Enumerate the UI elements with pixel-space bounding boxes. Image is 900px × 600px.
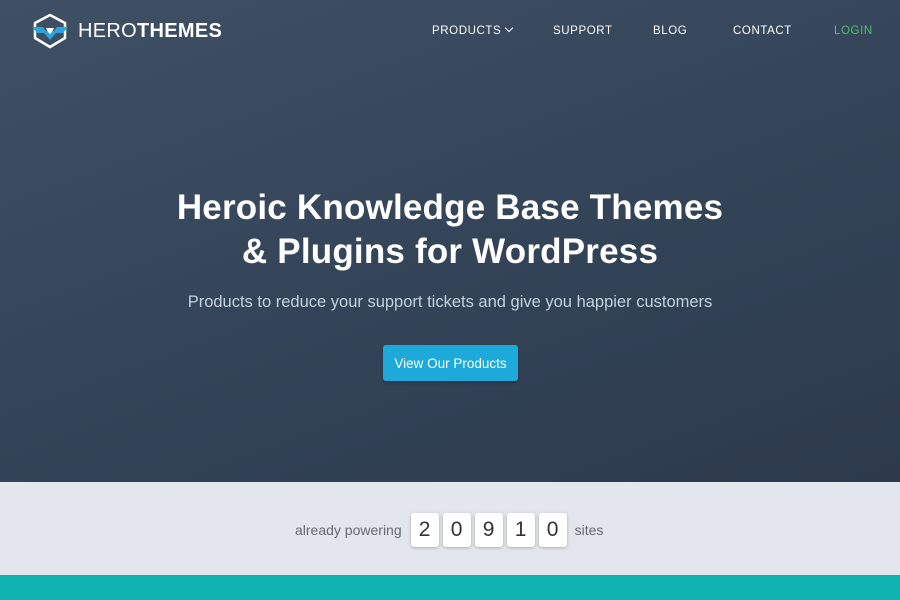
view-products-button[interactable]: View Our Products bbox=[383, 345, 518, 381]
counter-digit: 1 bbox=[506, 513, 535, 547]
herothemes-logo[interactable]: HEROTHEMES bbox=[30, 13, 222, 49]
hero-section: HEROTHEMES PRODUCTS SUPPORT BLOG CONTACT… bbox=[0, 0, 900, 482]
top-navigation: HEROTHEMES PRODUCTS SUPPORT BLOG CONTACT… bbox=[0, 0, 900, 62]
counter-digit: 2 bbox=[410, 513, 439, 547]
counter-digit: 0 bbox=[442, 513, 471, 547]
nav-login[interactable]: LOGIN bbox=[834, 25, 873, 37]
counter-suffix: sites bbox=[574, 522, 604, 538]
counter-digit: 9 bbox=[474, 513, 503, 547]
logo-text: HEROTHEMES bbox=[78, 19, 223, 42]
page-subheadline: Products to reduce your support tickets … bbox=[187, 293, 713, 311]
counter-digits: 2 0 9 1 0 bbox=[410, 513, 567, 547]
nav-contact[interactable]: CONTACT bbox=[733, 25, 792, 37]
chevron-down-icon bbox=[505, 23, 514, 33]
nav-blog[interactable]: BLOG bbox=[653, 25, 687, 37]
nav-products[interactable]: PRODUCTS bbox=[432, 23, 514, 37]
page-headline: Heroic Knowledge Base Themes & Plugins f… bbox=[0, 186, 900, 274]
counter-prefix: already powering bbox=[295, 522, 402, 538]
footer-accent-bar bbox=[0, 575, 900, 600]
counter-digit: 0 bbox=[538, 513, 567, 547]
nav-support[interactable]: SUPPORT bbox=[553, 25, 613, 37]
headline-line-1: Heroic Knowledge Base Themes bbox=[176, 188, 724, 227]
hero-shield-icon bbox=[32, 13, 68, 49]
headline-line-2: & Plugins for WordPress bbox=[241, 232, 659, 271]
sites-counter: already powering 2 0 9 1 0 sites bbox=[295, 512, 603, 548]
sites-counter-section: already powering 2 0 9 1 0 sites bbox=[0, 482, 900, 575]
